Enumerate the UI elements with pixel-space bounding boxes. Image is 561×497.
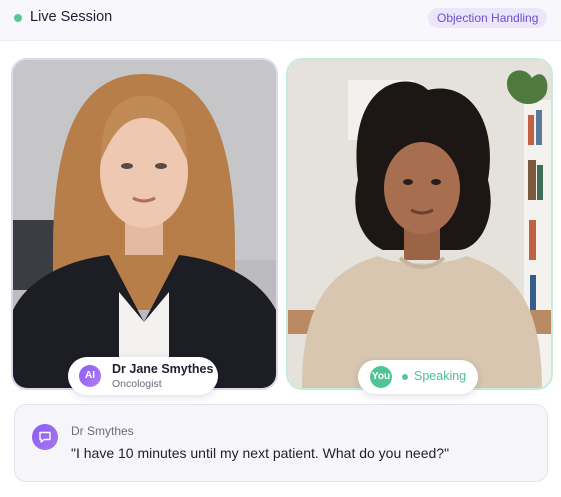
ai-participant-name: Dr Jane Smythes xyxy=(112,362,214,376)
scenario-badge: Objection Handling xyxy=(428,8,548,28)
ai-video-tile xyxy=(11,58,278,390)
ai-participant-role: Oncologist xyxy=(112,378,162,390)
user-camera-image xyxy=(288,60,551,388)
user-participant-label: You Speaking xyxy=(358,360,478,394)
ai-participant-label: AI Dr Jane Smythes Oncologist xyxy=(68,357,218,395)
session-header: Live Session Objection Handling xyxy=(0,0,561,41)
transcript-speaker: Dr Smythes xyxy=(71,424,134,438)
user-avatar-badge: You xyxy=(370,366,392,388)
transcript-panel: Dr Smythes "I have 10 minutes until my n… xyxy=(14,404,548,482)
transcript-message: "I have 10 minutes until my next patient… xyxy=(71,445,450,461)
chat-bubble-icon xyxy=(32,424,58,450)
live-indicator-dot xyxy=(14,14,22,22)
speaking-status: Speaking xyxy=(414,369,467,383)
ai-avatar-badge: AI xyxy=(79,365,101,387)
user-video-tile xyxy=(286,58,553,390)
ai-avatar-image xyxy=(13,60,276,388)
speaking-indicator-dot xyxy=(402,374,408,380)
session-title: Live Session xyxy=(30,9,113,25)
